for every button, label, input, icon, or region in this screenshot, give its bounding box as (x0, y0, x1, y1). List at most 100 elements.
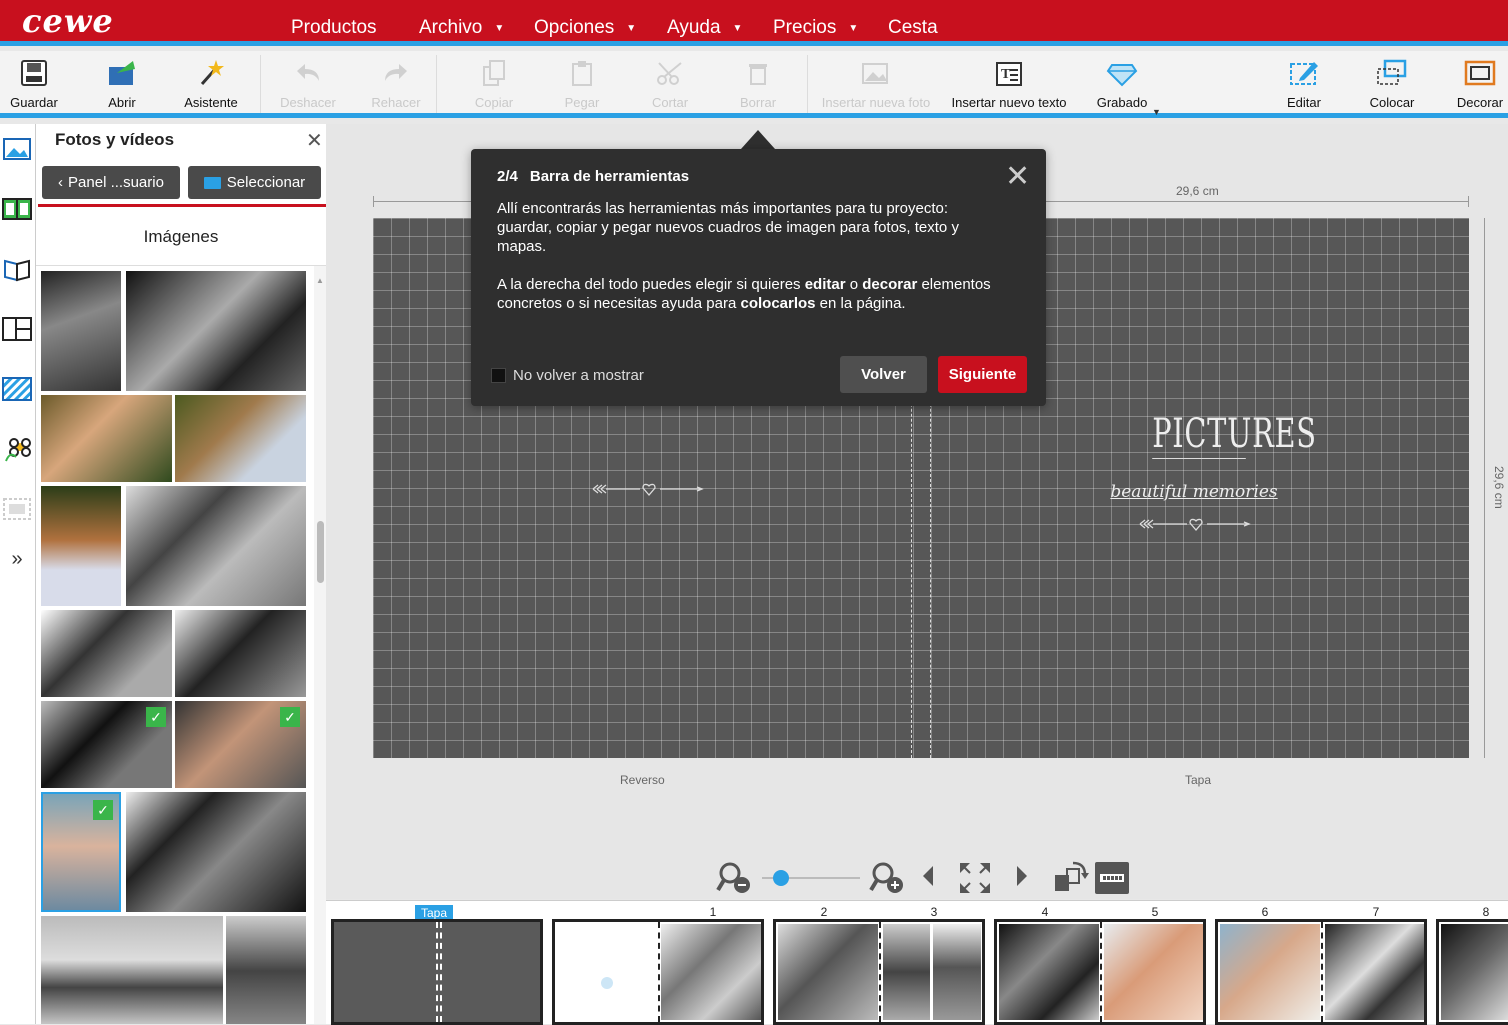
cover-page-thumb[interactable] (331, 919, 543, 1025)
assistant-button[interactable]: Asistente (178, 51, 244, 118)
scroll-up-icon[interactable]: ▲ (316, 276, 324, 285)
back-button-label: Panel ...suario (68, 174, 164, 191)
frame-icon (1464, 51, 1496, 95)
back-to-user-panel-button[interactable]: ‹ Panel ...suario (42, 166, 180, 199)
dont-show-again-checkbox[interactable] (491, 368, 506, 383)
copy-button[interactable]: Copiar (468, 51, 520, 118)
edit-button[interactable]: Editar (1282, 51, 1326, 118)
grid-layout-tab-icon[interactable] (0, 312, 34, 346)
zoom-slider-handle[interactable] (773, 870, 789, 886)
photo-thumbnail[interactable] (41, 271, 121, 391)
decorate-label: Decorar (1456, 95, 1504, 110)
ruler-toggle-icon[interactable] (1095, 862, 1129, 894)
insert-photo-button[interactable]: Insertar nueva foto (816, 51, 936, 118)
page-thumb-8[interactable] (1436, 919, 1508, 1025)
back-button[interactable]: Volver (840, 356, 927, 393)
next-page-icon[interactable] (1017, 866, 1027, 886)
layouts-tab-icon[interactable] (0, 192, 34, 226)
photo-thumbnail[interactable] (226, 916, 306, 1024)
assistant-label: Asistente (184, 95, 238, 110)
arrow-heart-ornament[interactable] (1135, 513, 1255, 535)
images-subheading: Imágenes (36, 208, 326, 266)
frames-tab-icon[interactable] (0, 492, 34, 526)
thumbnail-scrollbar[interactable]: ▲ (314, 266, 326, 1024)
menu-archivo[interactable]: Archivo ▼ (419, 16, 504, 40)
scrollbar-thumb[interactable] (317, 521, 324, 583)
toolbar-divider (807, 55, 808, 113)
photo-thumbnail[interactable] (175, 610, 306, 697)
delete-button[interactable]: Borrar (736, 51, 780, 118)
menu-precios[interactable]: Precios ▼ (773, 16, 858, 40)
engraving-button[interactable]: Grabado ▼ (1094, 51, 1161, 118)
placeholder-icon (601, 977, 613, 989)
dialog-text-bold: decorar (862, 276, 918, 293)
cut-button[interactable]: Cortar (648, 51, 692, 118)
width-dimension: 29,6 cm (1176, 184, 1219, 198)
open-button[interactable]: Abrir (97, 51, 147, 118)
page-photo (661, 924, 761, 1020)
image-icon (861, 51, 891, 95)
previous-page-icon[interactable] (923, 866, 933, 886)
select-folder-button[interactable]: Seleccionar (188, 166, 321, 199)
photo-thumbnail[interactable] (126, 792, 306, 912)
arrange-button[interactable]: Colocar (1364, 51, 1420, 118)
height-dimension: 29,6 cm (1492, 466, 1506, 509)
cover-subtitle[interactable]: beautiful memories (1108, 482, 1280, 502)
dont-show-again-label[interactable]: No volver a mostrar (513, 367, 644, 384)
photo-thumbnail[interactable] (41, 610, 172, 697)
arrow-heart-ornament[interactable] (588, 478, 708, 500)
cut-label: Cortar (651, 95, 689, 110)
menu-productos-label: Productos (291, 17, 377, 38)
photo-thumbnail[interactable] (126, 486, 306, 606)
save-label: Guardar (10, 95, 58, 110)
zoom-in-icon[interactable] (869, 860, 905, 894)
sidebar-tabs: » (0, 124, 36, 1024)
close-icon[interactable]: ✕ (1005, 159, 1030, 194)
tutorial-dialog: 2/4 Barra de herramientas ✕ Allí encontra… (471, 149, 1046, 406)
expand-icon[interactable]: » (0, 542, 34, 576)
menu-productos[interactable]: Productos (291, 16, 377, 40)
menu-ayuda[interactable]: Ayuda ▼ (667, 16, 742, 40)
photo-thumbnail[interactable] (126, 271, 306, 391)
page-photo (1220, 924, 1320, 1020)
page-photo (1441, 924, 1508, 1020)
photo-thumbnail[interactable] (41, 486, 121, 606)
close-icon[interactable]: ✕ (306, 128, 323, 153)
photo-thumbnail[interactable] (175, 395, 306, 482)
menu-opciones[interactable]: Opciones ▼ (534, 16, 636, 40)
page-thumb-4-5[interactable] (994, 919, 1206, 1025)
page-number: 5 (1140, 905, 1170, 919)
photo-thumbnail[interactable]: ✓ (175, 701, 306, 788)
clipart-tab-icon[interactable] (0, 432, 34, 466)
edit-icon (1288, 51, 1320, 95)
photo-thumbnail[interactable] (41, 916, 223, 1024)
redo-button[interactable]: Rehacer (368, 51, 424, 118)
chevron-down-icon[interactable]: ▼ (1152, 107, 1161, 117)
page-thumb-6-7[interactable] (1215, 919, 1427, 1025)
magic-wand-icon (196, 51, 226, 95)
page-photo (933, 924, 981, 1020)
next-button[interactable]: Siguiente (938, 356, 1027, 393)
backgrounds-tab-icon[interactable] (0, 372, 34, 406)
cover-title[interactable]: PICTURES (1152, 410, 1316, 459)
menu-cesta[interactable]: Cesta (888, 16, 938, 40)
photo-thumbnail[interactable]: ✓ (41, 701, 172, 788)
photo-thumbnail[interactable] (41, 395, 172, 482)
undo-button[interactable]: Deshacer (276, 51, 340, 118)
page-number: 4 (1030, 905, 1060, 919)
photos-tab-icon[interactable] (0, 132, 34, 166)
insert-photo-label: Insertar nueva foto (821, 95, 931, 110)
fit-to-screen-icon[interactable] (958, 861, 992, 895)
photo-thumbnail-selected[interactable]: ✓ (41, 792, 121, 912)
decorate-button[interactable]: Decorar (1452, 51, 1508, 118)
insert-text-button[interactable]: T Insertar nuevo texto (946, 51, 1072, 118)
paste-button[interactable]: Pegar (560, 51, 604, 118)
page-thumb-2-3[interactable] (773, 919, 985, 1025)
zoom-out-icon[interactable] (716, 860, 752, 894)
page-thumb-1[interactable] (552, 919, 764, 1025)
save-button[interactable]: Guardar (0, 51, 68, 118)
paste-label: Pegar (564, 95, 600, 110)
swap-pages-icon[interactable] (1053, 859, 1089, 895)
pages-tab-icon[interactable] (0, 252, 34, 286)
cewe-logo[interactable]: cewe (22, 2, 114, 40)
